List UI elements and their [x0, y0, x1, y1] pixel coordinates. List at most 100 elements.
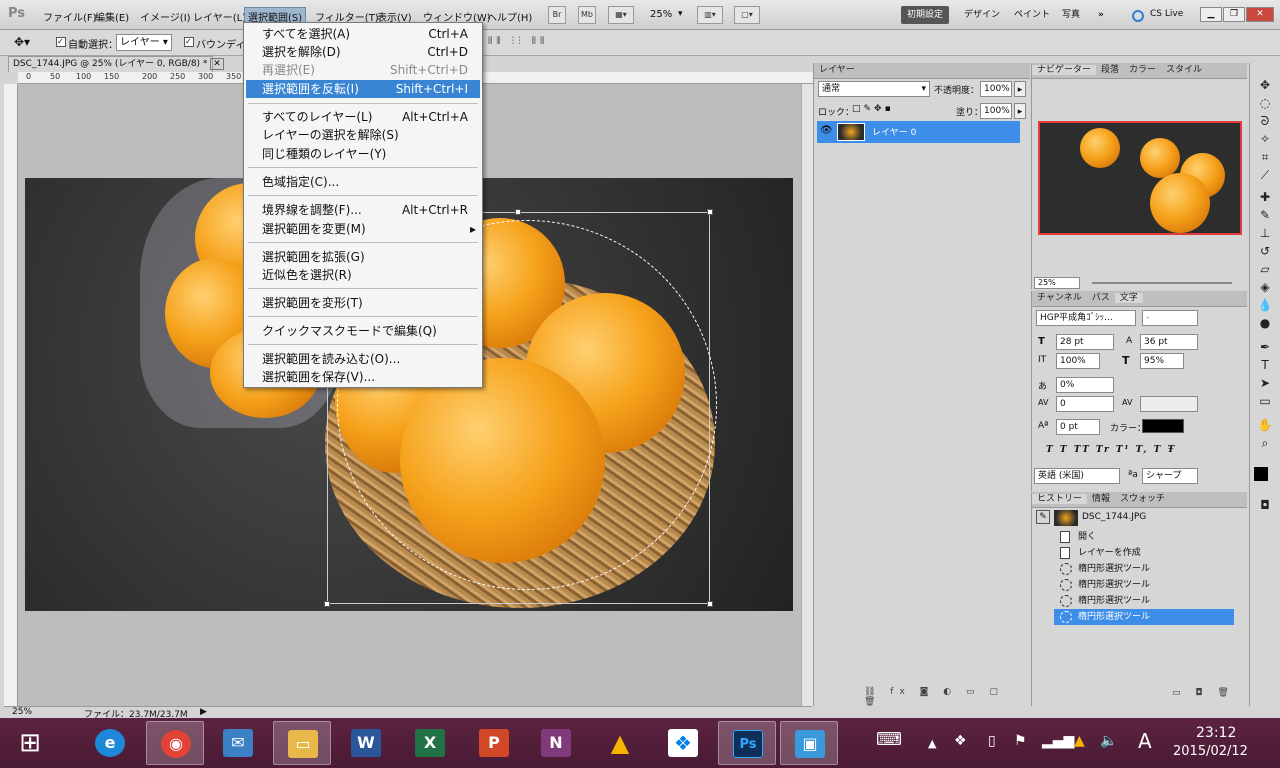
document-tab[interactable]: DSC_1744.JPG @ 25% (レイヤー 0, RGB/8) * ✕ — [8, 56, 224, 72]
eraser-tool-icon[interactable]: ▱ — [1257, 261, 1273, 277]
tsume-field[interactable]: 0% — [1056, 377, 1114, 393]
cs-live-label[interactable]: CS Live — [1150, 9, 1183, 19]
taskbar-app-dropbox[interactable]: ❖ — [654, 721, 712, 765]
status-arrow-icon[interactable]: ▶ — [200, 707, 207, 717]
taskbar-app-onenote[interactable]: N — [527, 721, 585, 765]
transform-handle[interactable] — [515, 209, 521, 215]
menu-edit[interactable]: 編集(E) — [92, 8, 132, 25]
text-style-buttons[interactable]: T T TT Tr T¹ T, T Ŧ — [1046, 445, 1176, 455]
leading-field[interactable]: 36 pt — [1140, 334, 1198, 350]
history-item[interactable]: レイヤーを作成 — [1054, 545, 1234, 561]
language-dropdown[interactable]: 英語 (米国) — [1034, 468, 1120, 484]
crop-tool-icon[interactable]: ⌗ — [1257, 149, 1273, 165]
arrange-documents-icon[interactable]: ▥▾ — [697, 6, 723, 24]
menu-item-all-layers[interactable]: すべてのレイヤー(L) Alt+Ctrl+A — [246, 108, 480, 126]
transform-handle[interactable] — [324, 601, 330, 607]
menu-item-quick-mask[interactable]: クイックマスクモードで編集(Q) — [246, 322, 480, 340]
font-size-field[interactable]: 28 pt — [1056, 334, 1114, 350]
blur-tool-icon[interactable]: 💧 — [1257, 297, 1273, 313]
history-item[interactable]: 開く — [1054, 529, 1234, 545]
eyedropper-tool-icon[interactable]: ⟋ — [1257, 167, 1273, 183]
minimize-icon[interactable]: ▁ — [1200, 7, 1222, 22]
menu-layer[interactable]: レイヤー(L) — [190, 8, 249, 25]
align-icons[interactable]: ⫴⫴ ⫶⫶ ⫴⫴ — [488, 36, 548, 47]
workspace-design[interactable]: デザイン — [958, 6, 1006, 24]
menu-file[interactable]: ファイル(F) — [40, 8, 100, 25]
navigator-zoom[interactable]: 25% — [1034, 277, 1080, 289]
menu-item-save-selection[interactable]: 選択範囲を保存(V)... — [246, 368, 480, 386]
history-item-selected[interactable]: 楕円形選択ツール — [1054, 609, 1234, 625]
taskbar-app-photoshop[interactable]: Ps — [718, 721, 776, 765]
menu-item-inverse[interactable]: 選択範囲を反転(I) Shift+Ctrl+I — [246, 80, 480, 98]
tab-color[interactable]: カラー — [1124, 65, 1161, 75]
dropbox-tray-icon[interactable]: ❖ — [954, 733, 967, 749]
taskbar-app-chrome[interactable]: ◉ — [146, 721, 204, 765]
tab-history[interactable]: ヒストリー — [1032, 494, 1088, 504]
move-tool-icon[interactable]: ✥▾ — [14, 35, 30, 49]
windows-start-icon[interactable]: ⊞ — [14, 728, 46, 758]
history-item[interactable]: 楕円形選択ツール — [1054, 577, 1234, 593]
text-color-swatch[interactable] — [1142, 419, 1184, 433]
move-tool-icon[interactable]: ✥ — [1257, 77, 1273, 93]
kerning-field[interactable]: 0 — [1056, 396, 1114, 412]
screen-mode-icon[interactable]: ▢▾ — [734, 6, 760, 24]
menu-item-transform-selection[interactable]: 選択範囲を変形(T) — [246, 294, 480, 312]
path-selection-tool-icon[interactable]: ➤ — [1257, 375, 1273, 391]
close-tab-icon[interactable]: ✕ — [210, 58, 224, 70]
transform-handle[interactable] — [707, 209, 713, 215]
bridge-button[interactable]: Br — [548, 6, 566, 24]
layer-name[interactable]: レイヤー 0 — [872, 125, 916, 138]
history-footer-icons[interactable]: ▭ ◘ 🗑 — [1172, 688, 1235, 698]
menu-item-similar[interactable]: 近似色を選択(R) — [246, 266, 480, 284]
blend-mode-dropdown[interactable]: 通常 ▾ — [818, 81, 930, 97]
zoom-tool-icon[interactable]: ⌕ — [1257, 435, 1273, 451]
workspace-photo[interactable]: 写真 — [1056, 6, 1086, 24]
menu-item-deselect[interactable]: 選択を解除(D) Ctrl+D — [246, 43, 480, 61]
bounding-box-checkbox[interactable]: ✓ — [184, 37, 194, 47]
font-style-dropdown[interactable]: - — [1142, 310, 1198, 326]
zoom-level[interactable]: 25% — [650, 9, 672, 20]
taskbar-app-powerpoint[interactable]: P — [465, 721, 523, 765]
rectangle-tool-icon[interactable]: ▭ — [1257, 393, 1273, 409]
clock-date[interactable]: 2015/02/12 — [1173, 744, 1248, 759]
font-family-dropdown[interactable]: HGP平成角ｺﾞｼｯ... — [1036, 310, 1136, 326]
status-zoom[interactable]: 25% — [12, 707, 32, 717]
auto-select-checkbox[interactable]: ✓ — [56, 37, 66, 47]
tab-paragraph[interactable]: 段落 — [1096, 65, 1124, 75]
signal-icon[interactable]: ▂▄▆ — [1042, 733, 1074, 749]
fill-slider-icon[interactable]: ▸ — [1014, 103, 1026, 119]
lock-icons[interactable]: □✎✥▪ — [852, 104, 894, 114]
brush-tool-icon[interactable]: ✎ — [1257, 207, 1273, 223]
paint-bucket-tool-icon[interactable]: ◈ — [1257, 279, 1273, 295]
menu-item-deselect-layers[interactable]: レイヤーの選択を解除(S) — [246, 126, 480, 144]
layer-row[interactable]: 👁 レイヤー 0 — [817, 121, 1020, 143]
workspace-paint[interactable]: ペイント — [1008, 6, 1056, 24]
tab-character[interactable]: 文字 — [1114, 293, 1143, 303]
cs-live-icon[interactable] — [1132, 10, 1144, 22]
action-center-icon[interactable]: ⚑ — [1014, 733, 1027, 749]
tab-channels[interactable]: チャンネル — [1032, 293, 1087, 303]
tab-info[interactable]: 情報 — [1087, 494, 1115, 504]
restore-icon[interactable]: ❐ — [1223, 7, 1245, 22]
taskbar-app-mail[interactable]: ✉ — [209, 721, 267, 765]
more-workspaces-icon[interactable]: » — [1092, 6, 1110, 24]
taskbar-app-word[interactable]: W — [337, 721, 395, 765]
layer-footer-icons[interactable]: ⛓ fx ◙ ◐ ▭ ▢ 🗑 — [864, 687, 1030, 707]
pen-tool-icon[interactable]: ✒ — [1257, 339, 1273, 355]
brush-source-icon[interactable]: ✎ — [1036, 510, 1050, 524]
antialias-dropdown[interactable]: シャープ — [1142, 468, 1198, 484]
battery-icon[interactable]: ▯ — [988, 733, 996, 749]
menu-item-refine-edge[interactable]: 境界線を調整(F)... Alt+Ctrl+R — [246, 201, 480, 219]
history-item[interactable]: 楕円形選択ツール — [1054, 561, 1234, 577]
clone-stamp-tool-icon[interactable]: ⊥ — [1257, 225, 1273, 241]
auto-select-dropdown[interactable]: レイヤー ▾ — [116, 34, 172, 51]
menu-item-similar-layers[interactable]: 同じ種類のレイヤー(Y) — [246, 145, 480, 163]
taskbar-app-ie[interactable]: e — [81, 721, 139, 765]
tab-layers[interactable]: レイヤー — [814, 65, 860, 75]
eye-icon[interactable]: 👁 — [820, 125, 833, 136]
opacity-slider-icon[interactable]: ▸ — [1014, 81, 1026, 97]
menu-item-color-range[interactable]: 色域指定(C)... — [246, 173, 480, 191]
menu-item-grow[interactable]: 選択範囲を拡張(G) — [246, 248, 480, 266]
menu-item-select-all[interactable]: すべてを選択(A) Ctrl+A — [246, 25, 480, 43]
fill-field[interactable]: 100% — [980, 103, 1012, 119]
